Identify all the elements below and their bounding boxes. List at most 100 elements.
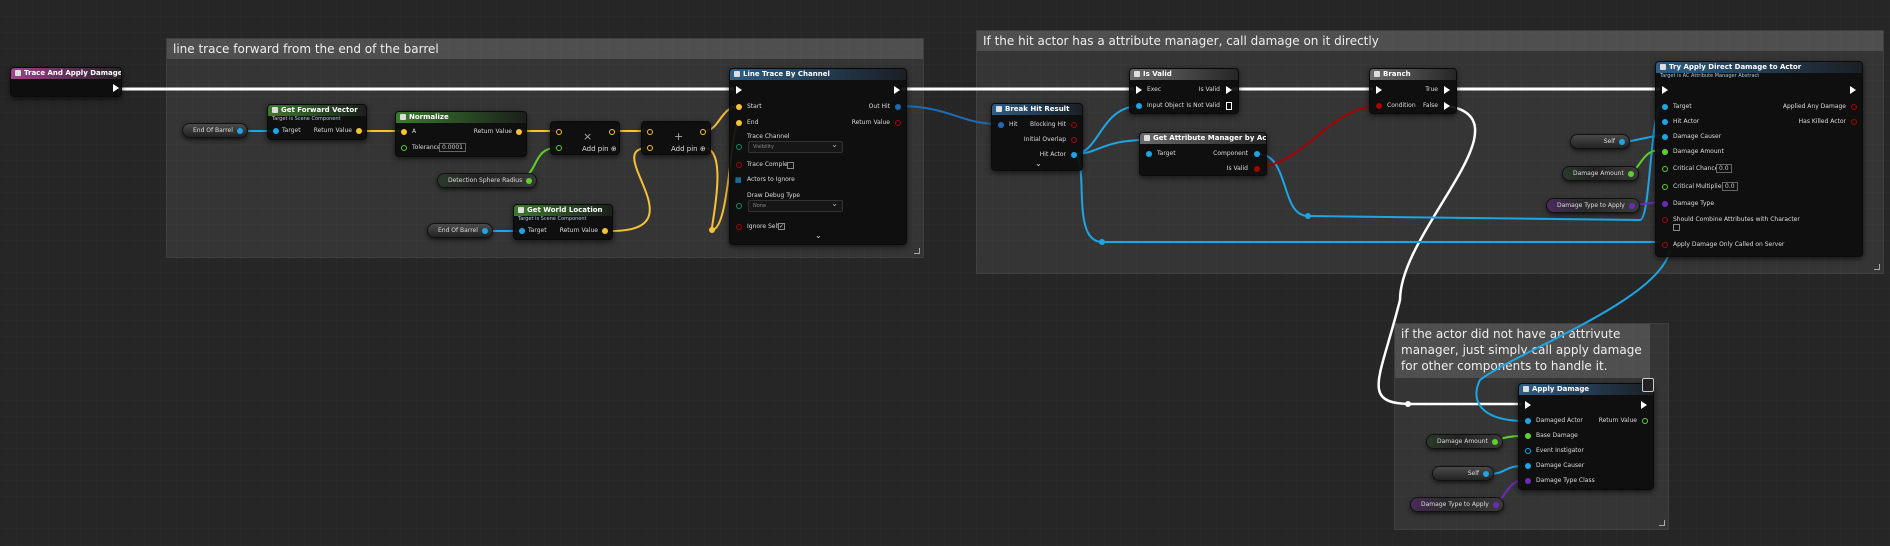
array-pin-icon[interactable]: ▦ xyxy=(735,176,742,184)
exec-in-pin[interactable] xyxy=(1525,401,1531,409)
node-add[interactable]: + Add pin ⊕ xyxy=(641,121,711,155)
vector-pin[interactable] xyxy=(736,120,742,126)
var-end-of-barrel[interactable]: End Of Barrel xyxy=(182,123,248,138)
vector-pin[interactable] xyxy=(700,129,706,135)
node-apply-damage[interactable]: Apply Damage Damaged Actor Return Value … xyxy=(1518,378,1654,490)
vector-pin[interactable] xyxy=(647,145,653,151)
node-branch[interactable]: Branch True Condition False xyxy=(1369,68,1457,114)
bool-pin[interactable] xyxy=(1662,242,1668,248)
class-pin[interactable] xyxy=(1525,478,1531,484)
event-node-trace-and-apply-damage[interactable]: Trace And Apply Damage xyxy=(10,67,122,97)
class-pin[interactable] xyxy=(1662,201,1668,207)
expand-chevron-icon[interactable]: ⌄ xyxy=(1035,160,1042,168)
node-get-forward-vector[interactable]: Get Forward Vector Target is Scene Compo… xyxy=(267,104,367,140)
exec-out-pin[interactable] xyxy=(1226,86,1232,94)
object-pin[interactable] xyxy=(1254,151,1260,157)
node-break-hit-result[interactable]: Break Hit Result Hit Blocking Hit Initia… xyxy=(991,103,1083,171)
exec-out-pin[interactable] xyxy=(1226,102,1232,110)
struct-pin[interactable] xyxy=(895,104,901,110)
object-pin[interactable] xyxy=(236,128,243,134)
exec-in-pin[interactable] xyxy=(1662,86,1668,94)
tolerance-input[interactable]: 0.0001 xyxy=(439,143,466,152)
vector-pin[interactable] xyxy=(602,228,608,234)
bool-pin[interactable] xyxy=(1254,166,1260,172)
vector-pin[interactable] xyxy=(736,104,742,110)
bool-pin[interactable] xyxy=(1851,104,1857,110)
object-pin[interactable] xyxy=(1483,471,1489,477)
float-pin[interactable] xyxy=(1525,433,1531,439)
expand-chevron-icon[interactable]: ⌄ xyxy=(815,232,822,240)
exec-in-pin[interactable] xyxy=(1376,86,1382,94)
critical-chance-input[interactable]: 0.0 xyxy=(1716,164,1732,173)
float-pin[interactable] xyxy=(1642,418,1648,424)
bool-pin[interactable] xyxy=(1851,119,1857,125)
var-self[interactable]: Self xyxy=(1570,134,1630,149)
float-pin[interactable] xyxy=(526,178,533,184)
bool-pin[interactable] xyxy=(1376,103,1382,109)
float-pin[interactable] xyxy=(1662,149,1668,155)
var-detection-sphere-radius[interactable]: Detection Sphere Radius xyxy=(437,173,538,188)
float-pin[interactable] xyxy=(1662,166,1668,172)
object-pin[interactable] xyxy=(1525,463,1531,469)
add-pin-button[interactable]: Add pin ⊕ xyxy=(671,145,706,153)
bool-pin[interactable] xyxy=(736,162,742,168)
object-pin[interactable] xyxy=(1662,104,1668,110)
exec-out-pin[interactable] xyxy=(1444,86,1450,94)
exec-out-pin[interactable] xyxy=(113,84,119,92)
float-pin[interactable] xyxy=(1491,439,1498,445)
class-pin[interactable] xyxy=(1628,203,1635,209)
bool-pin[interactable] xyxy=(1071,122,1077,128)
exec-in-pin[interactable] xyxy=(1136,86,1142,94)
exec-out-pin[interactable] xyxy=(1850,86,1856,94)
bool-pin[interactable] xyxy=(1071,137,1077,143)
trace-channel-dropdown[interactable]: Visibility xyxy=(748,140,843,153)
var-end-of-barrel[interactable]: End Of Barrel xyxy=(427,223,493,238)
enum-pin[interactable] xyxy=(736,144,742,150)
vector-pin[interactable] xyxy=(356,128,362,134)
var-damage-type-to-apply[interactable]: Damage Type to Apply xyxy=(1410,497,1504,512)
critical-multiplier-input[interactable]: 0.0 xyxy=(1722,182,1738,191)
vector-pin[interactable] xyxy=(609,129,615,135)
var-damage-type-to-apply[interactable]: Damage Type to Apply xyxy=(1546,198,1640,213)
float-pin[interactable] xyxy=(401,145,407,151)
exec-out-pin[interactable] xyxy=(1641,401,1647,409)
object-pin[interactable] xyxy=(1136,103,1142,109)
add-pin-button[interactable]: Add pin ⊕ xyxy=(582,145,617,153)
node-is-valid[interactable]: Is Valid Exec Is Valid Input Object Is N… xyxy=(1129,68,1239,114)
object-pin[interactable] xyxy=(519,228,525,234)
vector-pin[interactable] xyxy=(401,129,407,135)
node-get-attribute-manager[interactable]: Get Attribute Manager by Actor Target Co… xyxy=(1139,132,1267,176)
enum-pin[interactable] xyxy=(736,203,742,209)
trace-complex-checkbox[interactable] xyxy=(787,162,794,169)
draw-debug-dropdown[interactable]: None xyxy=(748,199,843,212)
vector-pin[interactable] xyxy=(516,129,522,135)
object-pin[interactable] xyxy=(1619,139,1625,145)
bool-pin[interactable] xyxy=(1662,217,1668,223)
float-pin[interactable] xyxy=(556,145,562,151)
node-get-world-location[interactable]: Get World Location Target is Scene Compo… xyxy=(513,204,613,240)
node-multiply[interactable]: × Add pin ⊕ xyxy=(550,121,620,155)
class-pin[interactable] xyxy=(1492,502,1499,508)
bool-pin[interactable] xyxy=(736,224,742,230)
var-self[interactable]: Self xyxy=(1432,466,1494,481)
var-damage-amount[interactable]: Damage Amount xyxy=(1562,166,1639,181)
exec-out-pin[interactable] xyxy=(894,86,900,94)
vector-pin[interactable] xyxy=(647,129,653,135)
object-pin[interactable] xyxy=(1146,151,1152,157)
exec-in-pin[interactable] xyxy=(736,86,742,94)
ignore-self-checkbox[interactable]: ✓ xyxy=(778,223,785,230)
var-damage-amount[interactable]: Damage Amount xyxy=(1426,434,1503,449)
object-pin[interactable] xyxy=(1662,134,1668,140)
object-pin[interactable] xyxy=(1662,119,1668,125)
exec-out-pin[interactable] xyxy=(1444,102,1450,110)
float-pin[interactable] xyxy=(1627,171,1634,177)
object-pin[interactable] xyxy=(273,128,279,134)
bool-pin[interactable] xyxy=(895,120,901,126)
node-normalize[interactable]: Normalize A Return Value Tolerance 0.000… xyxy=(395,111,527,157)
should-combine-checkbox[interactable] xyxy=(1673,224,1680,231)
node-try-apply-direct-damage[interactable]: Try Apply Direct Damage to Actor Target … xyxy=(1655,61,1863,257)
object-pin[interactable] xyxy=(1525,448,1531,454)
vector-pin[interactable] xyxy=(556,129,562,135)
object-pin[interactable] xyxy=(1071,152,1077,158)
float-pin[interactable] xyxy=(1662,184,1668,190)
